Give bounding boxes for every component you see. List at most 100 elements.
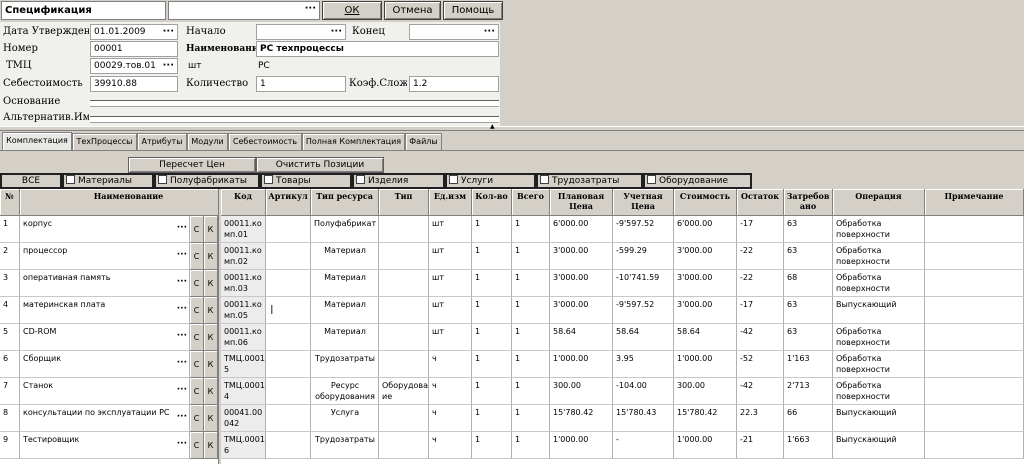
col-number-cell[interactable]: 4 [0, 297, 20, 324]
col-accounting-price-cell[interactable]: 15'780.43 [613, 405, 674, 432]
col-resource-type-cell[interactable]: Ресурс оборудования [311, 378, 379, 405]
col-qty-cell[interactable]: 1 [472, 243, 512, 270]
col-accounting-price-cell[interactable]: -599.29 [613, 243, 674, 270]
col-total-cell[interactable]: 1 [512, 324, 550, 351]
end-dots-icon[interactable]: ··· [484, 25, 495, 38]
col-cost-cell[interactable]: 3'000.00 [674, 243, 737, 270]
col-qty-cell[interactable]: 1 [472, 378, 512, 405]
col-note-cell[interactable] [925, 432, 1024, 459]
lookup-dots-icon[interactable]: ··· [177, 331, 187, 342]
card-button[interactable]: К [204, 297, 218, 324]
col-operation-cell[interactable]: Обработка поверхности [833, 270, 925, 297]
checkbox-icon[interactable] [540, 175, 549, 184]
start-field[interactable]: ··· [256, 24, 346, 40]
col-name-cell[interactable]: материнская плата ··· [20, 297, 190, 324]
col-accounting-price-cell[interactable]: - [613, 432, 674, 459]
col-code-cell[interactable]: ТМЦ.0001 6 [221, 432, 266, 459]
tab-modules[interactable]: Модули [187, 133, 228, 150]
col-code-cell[interactable]: 00011.ко мп.06 [221, 324, 266, 351]
col-stock-cell[interactable]: 22.3 [737, 405, 784, 432]
filter-equipment[interactable]: Оборудование [643, 173, 752, 189]
col-code-cell[interactable]: 00011.ко мп.02 [221, 243, 266, 270]
col-total-cell[interactable]: 1 [512, 351, 550, 378]
col-total-cell[interactable]: 1 [512, 297, 550, 324]
col-number-cell[interactable]: 8 [0, 405, 20, 432]
col-unit-cell[interactable]: ч [429, 378, 472, 405]
col-name-cell[interactable]: Сборщик ··· [20, 351, 190, 378]
column-header[interactable]: Стоимость [674, 189, 737, 216]
col-type-cell[interactable] [379, 270, 429, 297]
col-operation-cell[interactable]: Выпускающий [833, 405, 925, 432]
copy-button[interactable]: С [190, 351, 204, 378]
col-total-cell[interactable]: 1 [512, 405, 550, 432]
copy-button[interactable]: С [190, 324, 204, 351]
col-name-cell[interactable]: Станок ··· [20, 378, 190, 405]
col-plan-price-cell[interactable]: 15'780.42 [550, 405, 613, 432]
col-note-cell[interactable] [925, 351, 1024, 378]
col-note-cell[interactable] [925, 243, 1024, 270]
col-cost-cell[interactable]: 15'780.42 [674, 405, 737, 432]
col-plan-price-cell[interactable]: 3'000.00 [550, 243, 613, 270]
col-article-cell[interactable] [266, 243, 311, 270]
lookup-dots-icon[interactable]: ··· [177, 277, 187, 288]
filter-materials[interactable]: Материалы [62, 173, 154, 189]
copy-button[interactable]: С [190, 270, 204, 297]
col-accounting-price-cell[interactable]: 3.95 [613, 351, 674, 378]
col-note-cell[interactable] [925, 324, 1024, 351]
col-requested-cell[interactable]: 63 [784, 243, 833, 270]
cost-field[interactable]: 39910.88 [90, 76, 178, 92]
card-button[interactable]: К [204, 405, 218, 432]
col-article-cell[interactable] [266, 270, 311, 297]
col-stock-cell[interactable]: -17 [737, 297, 784, 324]
card-button[interactable]: К [204, 216, 218, 243]
col-total-cell[interactable]: 1 [512, 216, 550, 243]
card-button[interactable]: К [204, 432, 218, 459]
filter-labor[interactable]: Трудозатраты [536, 173, 643, 189]
col-number-cell[interactable]: 3 [0, 270, 20, 297]
column-header[interactable]: Плановая Цена [550, 189, 613, 216]
col-stock-cell[interactable]: -42 [737, 378, 784, 405]
col-qty-cell[interactable]: 1 [472, 297, 512, 324]
col-resource-type-cell[interactable]: Трудозатраты [311, 432, 379, 459]
copy-button[interactable]: С [190, 297, 204, 324]
col-resource-type-cell[interactable]: Полуфабрикат [311, 216, 379, 243]
col-number-cell[interactable]: 2 [0, 243, 20, 270]
col-accounting-price-cell[interactable]: -104.00 [613, 378, 674, 405]
copy-button[interactable]: С [190, 243, 204, 270]
col-code-cell[interactable]: ТМЦ.0001 5 [221, 351, 266, 378]
col-number-cell[interactable]: 9 [0, 432, 20, 459]
col-requested-cell[interactable]: 68 [784, 270, 833, 297]
col-total-cell[interactable]: 1 [512, 270, 550, 297]
col-number-cell[interactable]: 5 [0, 324, 20, 351]
basis-field[interactable] [90, 100, 499, 107]
col-unit-cell[interactable]: шт [429, 297, 472, 324]
col-type-cell[interactable] [379, 405, 429, 432]
col-type-cell[interactable]: Оборудован ие [379, 378, 429, 405]
col-resource-type-cell[interactable]: Трудозатраты [311, 351, 379, 378]
col-stock-cell[interactable]: -52 [737, 351, 784, 378]
checkbox-icon[interactable] [66, 175, 75, 184]
col-requested-cell[interactable]: 63 [784, 216, 833, 243]
tab-full-kit[interactable]: Полная Комплектация [302, 133, 405, 150]
col-plan-price-cell[interactable]: 3'000.00 [550, 270, 613, 297]
col-cost-cell[interactable]: 58.64 [674, 324, 737, 351]
col-name-cell[interactable]: консультации по эксплуатации PC ··· [20, 405, 190, 432]
col-type-cell[interactable] [379, 432, 429, 459]
col-plan-price-cell[interactable]: 300.00 [550, 378, 613, 405]
col-code-cell[interactable]: 00011.ко мп.01 [221, 216, 266, 243]
col-name-cell[interactable]: CD-ROM ··· [20, 324, 190, 351]
col-stock-cell[interactable]: -22 [737, 243, 784, 270]
col-code-cell[interactable]: 00011.ко мп.05 [221, 297, 266, 324]
col-requested-cell[interactable]: 2'713 [784, 378, 833, 405]
filter-services[interactable]: Услуги [445, 173, 536, 189]
card-button[interactable]: К [204, 378, 218, 405]
col-type-cell[interactable] [379, 351, 429, 378]
help-button[interactable]: Помощь [443, 1, 503, 20]
ok-button[interactable]: ОК [322, 1, 382, 20]
copy-button[interactable]: С [190, 405, 204, 432]
cancel-button[interactable]: Отмена [384, 1, 441, 20]
column-header[interactable]: Затребов ано [784, 189, 833, 216]
tab-kit[interactable]: Комплектация [2, 132, 72, 150]
col-article-cell[interactable] [266, 324, 311, 351]
col-qty-cell[interactable]: 1 [472, 324, 512, 351]
